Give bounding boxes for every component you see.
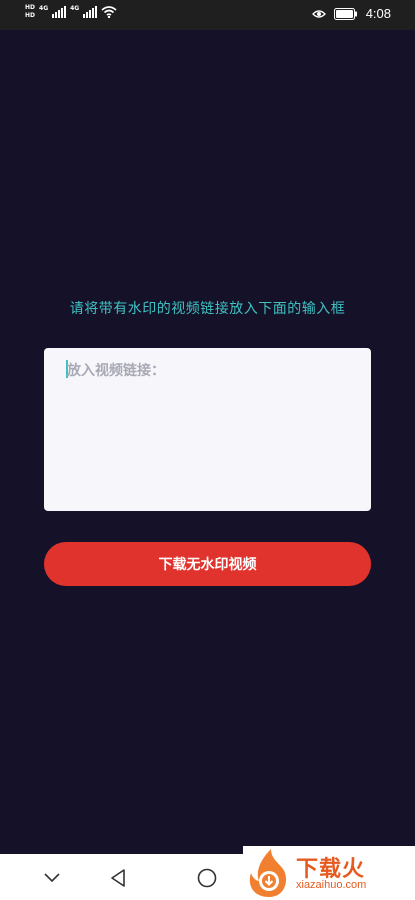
status-left: HD HD 4G 4G — [25, 4, 117, 20]
instruction-text: 请将带有水印的视频链接放入下面的输入框 — [69, 301, 346, 317]
eye-icon — [311, 9, 326, 18]
screen: HD HD 4G 4G 4:08 请将带有水印的视频链接放入下面的输入框 放入视… — [0, 0, 415, 900]
home-circle-icon — [197, 868, 217, 888]
watermark-url: xiazaihuo.com — [296, 879, 367, 891]
watermark-logo: 下载火 xiazaihuo.com — [243, 846, 415, 900]
hd-bottom-label: HD — [25, 12, 36, 19]
video-link-input[interactable]: 放入视频链接： — [44, 348, 371, 511]
signal-2-icon — [83, 6, 98, 18]
network-type-1: 4G — [39, 5, 49, 12]
wifi-icon — [101, 6, 117, 18]
collapse-nav-button[interactable] — [40, 866, 64, 890]
download-button-label: 下载无水印视频 — [158, 557, 257, 573]
chevron-down-icon — [44, 873, 60, 883]
home-button[interactable] — [195, 866, 219, 890]
hd-top-label: HD — [25, 4, 36, 11]
back-button[interactable] — [106, 866, 130, 890]
download-no-watermark-button[interactable]: 下载无水印视频 — [44, 542, 371, 586]
signal-1-icon — [52, 6, 67, 18]
status-right: 4:08 — [311, 6, 391, 21]
input-placeholder: 放入视频链接： — [67, 363, 165, 379]
flame-logo-icon — [249, 849, 287, 897]
status-bar: HD HD 4G 4G 4:08 — [0, 0, 415, 30]
battery-icon — [333, 7, 357, 20]
hd-indicator: HD HD — [25, 4, 35, 20]
back-triangle-icon — [111, 869, 125, 887]
clock: 4:08 — [365, 6, 391, 21]
network-type-2: 4G — [70, 5, 80, 12]
